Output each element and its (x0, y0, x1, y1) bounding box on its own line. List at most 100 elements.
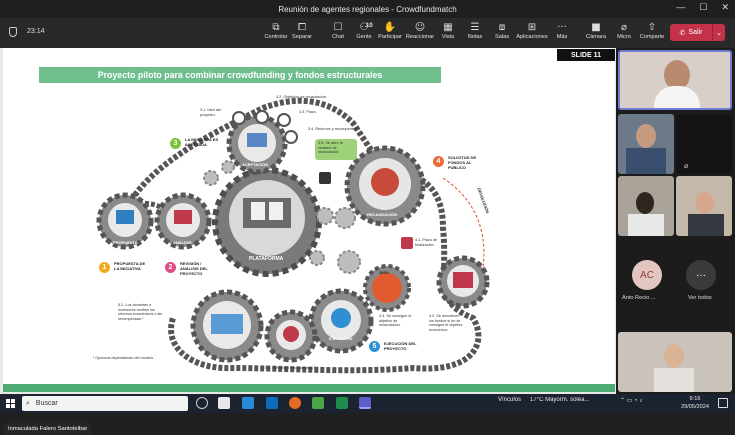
meeting-timer: 23:14 (27, 28, 45, 35)
app-icon[interactable] (312, 397, 324, 409)
step-number-1: 1 (99, 262, 110, 273)
hourglass-icon (319, 172, 331, 184)
gear-retorno (264, 309, 318, 363)
label-3-3: 3.3. Plazo. (299, 110, 317, 114)
video-tile-camera-off[interactable]: ⌀ (676, 114, 732, 174)
clock-date: 29/05/2024 (681, 404, 709, 410)
more-icon: ··· (557, 22, 567, 33)
crowdfunding-gears-diagram (96, 97, 490, 374)
clock[interactable]: 9:16 29/05/2024 (681, 395, 709, 411)
share-icon: ⇧ (647, 22, 657, 33)
search-placeholder: Buscar (35, 400, 58, 407)
small-gear (337, 250, 361, 274)
window-controls: — ☐ ✕ (676, 2, 729, 13)
close-icon[interactable]: ✕ (721, 2, 729, 13)
step-number-2: 2 (165, 262, 176, 273)
gear-label-aceptacion: ACEPTACIÓN (242, 162, 269, 167)
apps-icon: ⊞ (527, 22, 537, 33)
step-label-5: EJECUCIÓN DEL PROYECTO (384, 341, 417, 351)
label-4-2: 4.2. Se devuelven los fondos si no se co… (429, 314, 463, 332)
participant-body (688, 214, 724, 236)
participant-head (636, 192, 654, 214)
gear-label-ejecucion: EJECUCIÓN (329, 336, 353, 341)
shared-screen-stage: SLIDE 11 Proyecto piloto para combinar c… (0, 48, 616, 435)
notes-icon: ☰ (470, 22, 480, 33)
teams-icon[interactable] (359, 397, 371, 409)
react-icon: ☺ (414, 22, 426, 33)
step-number-3: 3 (170, 138, 181, 149)
see-all-participants-button[interactable]: ··· (686, 260, 716, 290)
small-gear (203, 170, 219, 186)
step-label-2: REVISIÓN / ANÁLISIS DEL PROYECTO (180, 261, 208, 276)
leave-button[interactable]: ✆ Salir (670, 24, 712, 41)
camera-icon: ■ (591, 22, 601, 33)
video-tile-active-speaker[interactable] (618, 50, 732, 110)
video-tile[interactable] (618, 176, 674, 236)
rooms-icon: ⧈ (498, 22, 506, 33)
video-tile[interactable] (676, 176, 732, 236)
task-view-icon[interactable] (196, 397, 208, 409)
view-icon: ▦ (443, 22, 453, 33)
clock-time: 9:16 (689, 396, 701, 402)
taskbar-search-box[interactable]: ⌕ Buscar (22, 396, 188, 411)
task-view-app-icon[interactable] (218, 397, 230, 409)
notifications-icon[interactable] (718, 398, 728, 408)
mic-off-icon: ⌀ (684, 163, 689, 170)
avatar[interactable]: AC (632, 260, 662, 290)
participant-body (626, 148, 666, 174)
gear-devolucion (436, 255, 490, 309)
leave-dropdown-button[interactable]: ⌄ (712, 24, 725, 41)
pop-out-button[interactable]: ⧠ Separar (284, 21, 320, 40)
excel-icon[interactable] (336, 397, 348, 409)
search-icon: ⌕ (26, 399, 30, 407)
gear-label-recaudacion: RECAUDACIÓN (367, 212, 397, 217)
video-tile[interactable] (618, 332, 732, 392)
footnote: ¹ Opcional dependiendo del modelo. (93, 356, 155, 360)
participant-body (654, 86, 700, 108)
more-icon: ··· (696, 269, 706, 281)
share-button[interactable]: ⇧ Comparte (634, 21, 670, 40)
tray-icons[interactable]: ⌃ ▭ ◔ ♪ (620, 397, 642, 404)
participant-body (654, 368, 694, 392)
small-gear (221, 160, 235, 174)
mic-off-icon: ⌀ (620, 22, 628, 33)
slide-footer-band (3, 384, 615, 392)
maximize-icon[interactable]: ☐ (699, 2, 707, 13)
label-5-1: 5.1. Retorno o recompensas.¹ (265, 366, 316, 370)
gear-label-plataforma: PLATAFORMA (249, 256, 284, 262)
participant-head (696, 192, 714, 214)
more-button[interactable]: ··· Más (544, 21, 580, 40)
pop-out-icon: ⧠ (298, 22, 306, 33)
label-4-3: 4.3. Se consigue el objetivo de recaudac… (379, 314, 412, 327)
minimize-icon[interactable]: — (676, 2, 685, 13)
step-label-3: LA INICIATIVA ES ACEPTADA (185, 137, 219, 147)
step-number-5: 5 (369, 341, 380, 352)
edge-icon[interactable] (242, 397, 254, 409)
video-tile[interactable] (618, 114, 674, 174)
small-gear (309, 250, 325, 266)
outlook-icon[interactable] (266, 397, 278, 409)
label-3-4: 3.4. Retornos y recompensas¹. (308, 127, 360, 131)
gear-inversores (190, 289, 264, 363)
hourglass-end-icon (401, 237, 413, 249)
target-icon (255, 110, 269, 124)
step-label-1: PROPUESTA DE LA INICIATIVA (114, 261, 146, 271)
shield-icon (9, 27, 17, 37)
phone-icon: ✆ (679, 29, 686, 37)
window-title-bar: Reunión de agentes regionales - Crowdfun… (0, 0, 735, 18)
label-3-2: 3.2. Objetivos de recaudación. (276, 95, 328, 99)
participants-panel: ⌀ AC Anto Recio ... ··· Ver todos (616, 48, 735, 394)
idea-icon (232, 111, 246, 125)
chevron-down-icon: ⌄ (716, 29, 722, 37)
label-4-1: 4.1. Plazo de finalización (415, 238, 438, 247)
taskbar: ⌕ Buscar Vínculos 17°C Mayorm. solea... … (0, 394, 735, 413)
links-toolbar[interactable]: Vínculos (498, 397, 521, 403)
label-3-1: 3.1. Idea del proyecto. (200, 108, 221, 117)
weather-widget[interactable]: 17°C Mayorm. solea... (530, 397, 614, 403)
windows-start-icon[interactable] (6, 399, 15, 408)
gear-label-analisis: ANÁLISIS (173, 240, 192, 245)
small-gear (334, 207, 356, 229)
firefox-icon[interactable] (289, 397, 301, 409)
window-title: Reunión de agentes regionales - Crowdfun… (278, 4, 457, 14)
participant-name: Anto Recio ... (622, 295, 656, 301)
